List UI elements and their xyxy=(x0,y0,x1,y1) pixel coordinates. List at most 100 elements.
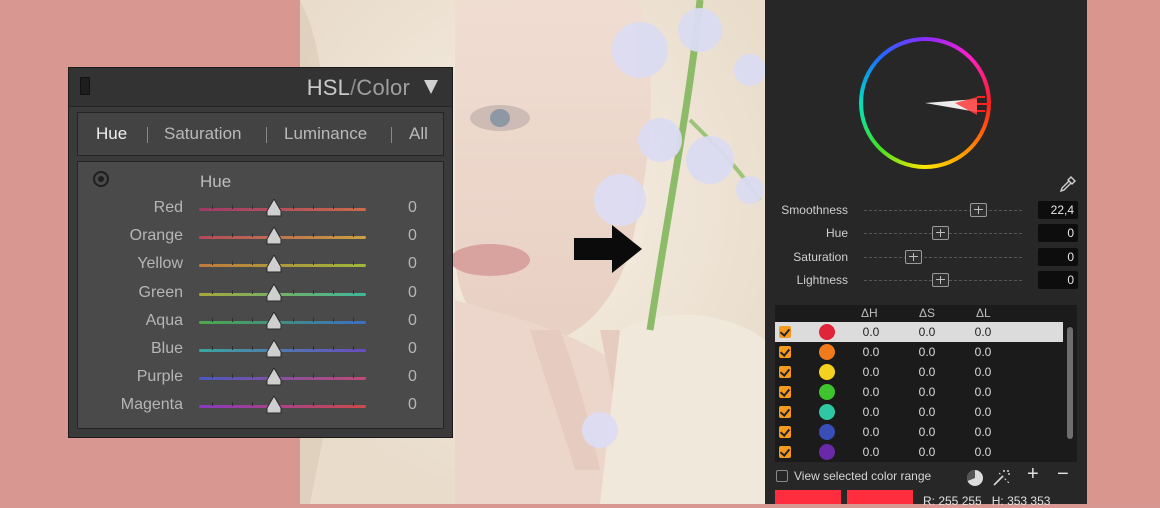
row-checkbox[interactable] xyxy=(779,326,791,338)
slider-tick xyxy=(332,205,334,209)
delta-l-value: 0.0 xyxy=(974,405,992,419)
param-knob[interactable] xyxy=(969,203,987,217)
target-color-swatch xyxy=(847,490,913,504)
list-item[interactable]: 0.0 0.0 0.0 xyxy=(775,382,1063,402)
param-knob[interactable] xyxy=(931,226,949,241)
slider-tick xyxy=(212,233,214,238)
slider-value[interactable]: 0 xyxy=(408,396,417,414)
slider-track[interactable] xyxy=(199,405,366,409)
slider-tick xyxy=(232,205,234,209)
slider-tick xyxy=(352,317,354,322)
list-item[interactable]: 0.0 0.0 0.0 xyxy=(775,362,1063,382)
slider-tick xyxy=(252,317,254,322)
param-value-field[interactable]: 0 xyxy=(1038,224,1078,243)
list-scrollbar[interactable] xyxy=(1067,327,1073,439)
slider-tick xyxy=(312,261,314,266)
slider-value[interactable]: 0 xyxy=(408,284,417,302)
color-dot-icon xyxy=(819,444,835,460)
magic-wand-range-icon[interactable] xyxy=(991,468,1011,488)
param-row-saturation: Saturation 0 xyxy=(765,247,1087,269)
slider-row-blue: Blue 0 xyxy=(78,338,445,362)
row-checkbox[interactable] xyxy=(779,366,791,378)
slider-row-aqua: Aqua 0 xyxy=(78,310,445,334)
tab-hue[interactable]: Hue xyxy=(96,124,127,144)
slider-tick xyxy=(212,205,214,209)
slider-tick xyxy=(332,346,334,350)
row-checkbox[interactable] xyxy=(779,446,791,458)
list-item[interactable]: 0.0 0.0 0.0 xyxy=(775,402,1063,422)
panel-toggle-switch[interactable] xyxy=(80,77,90,95)
param-value-field[interactable]: 0 xyxy=(1038,270,1078,289)
tab-luminance[interactable]: Luminance xyxy=(284,124,367,144)
panel-title-main: HSL xyxy=(306,75,351,100)
slider-tick xyxy=(212,261,214,266)
color-dot-icon xyxy=(819,404,835,420)
slider-label: Purple xyxy=(136,368,183,386)
slider-track[interactable] xyxy=(199,236,366,240)
slider-tick xyxy=(332,374,334,379)
delta-l-value: 0.0 xyxy=(974,345,992,359)
param-knob[interactable] xyxy=(931,272,949,287)
panel-header[interactable]: HSL/Color xyxy=(69,68,452,107)
slider-tick xyxy=(352,205,354,209)
collapse-triangle-icon[interactable] xyxy=(424,80,438,94)
slider-tick xyxy=(292,402,294,407)
slider-value[interactable]: 0 xyxy=(408,227,417,245)
hue-pointer-icon[interactable] xyxy=(859,37,991,169)
slider-tick xyxy=(332,233,334,238)
delta-h-value: 0.0 xyxy=(862,425,880,439)
slider-value[interactable]: 0 xyxy=(408,368,417,386)
slider-value[interactable]: 0 xyxy=(408,312,417,330)
view-selected-range-label: View selected color range xyxy=(794,469,932,483)
param-track[interactable] xyxy=(864,256,1022,258)
param-track[interactable] xyxy=(864,210,1022,211)
slider-tick xyxy=(252,233,254,238)
remove-range-button[interactable]: − xyxy=(1057,463,1069,486)
slider-tick xyxy=(292,261,294,266)
param-row-hue: Hue 0 xyxy=(765,223,1087,245)
list-item[interactable]: 0.0 0.0 0.0 xyxy=(775,342,1063,362)
list-item[interactable]: 0.0 0.0 0.0 xyxy=(775,442,1063,462)
slider-value[interactable]: 0 xyxy=(408,199,417,217)
color-dot-icon xyxy=(819,424,835,440)
param-value-field[interactable]: 22,4 xyxy=(1038,201,1078,219)
row-checkbox[interactable] xyxy=(779,426,791,438)
list-item[interactable]: 0.0 0.0 0.0 xyxy=(775,422,1063,442)
color-wheel[interactable] xyxy=(859,37,991,169)
row-checkbox[interactable] xyxy=(779,406,791,418)
color-readout: R: 255 255 H: 353 353 xyxy=(923,494,1050,508)
delta-l-value: 0.0 xyxy=(974,365,992,379)
param-knob[interactable] xyxy=(904,249,922,264)
pie-mask-icon[interactable] xyxy=(965,468,985,488)
slider-value[interactable]: 0 xyxy=(408,340,417,358)
tab-saturation[interactable]: Saturation xyxy=(164,124,242,144)
slider-tick xyxy=(292,233,294,238)
eyedropper-icon[interactable] xyxy=(1059,175,1077,193)
list-item[interactable]: 0.0 0.0 0.0 xyxy=(775,322,1063,342)
slider-tick xyxy=(332,289,334,294)
slider-track[interactable] xyxy=(199,320,366,324)
param-value-field[interactable]: 0 xyxy=(1038,247,1078,266)
delta-s-value: 0.0 xyxy=(918,425,936,439)
target-adjustment-icon[interactable] xyxy=(93,171,109,187)
add-range-button[interactable]: + xyxy=(1027,463,1039,486)
slider-tick xyxy=(212,317,214,322)
row-checkbox[interactable] xyxy=(779,346,791,358)
section-label: Hue xyxy=(200,172,232,191)
slider-track[interactable] xyxy=(199,292,366,296)
slider-tick xyxy=(292,346,294,350)
row-checkbox[interactable] xyxy=(779,386,791,398)
slider-label: Blue xyxy=(150,340,183,357)
slider-value[interactable]: 0 xyxy=(408,255,417,273)
slider-track[interactable] xyxy=(199,264,366,268)
slider-tick xyxy=(352,233,354,238)
tab-all[interactable]: All xyxy=(409,124,428,144)
view-selected-range-checkbox[interactable] xyxy=(776,470,788,482)
slider-tick xyxy=(252,374,254,379)
slider-track[interactable] xyxy=(199,377,366,381)
delta-h-value: 0.0 xyxy=(862,325,880,339)
slider-track[interactable] xyxy=(199,349,366,352)
slider-track[interactable] xyxy=(199,208,366,211)
slider-tick xyxy=(312,233,314,238)
slider-tick xyxy=(292,205,294,209)
